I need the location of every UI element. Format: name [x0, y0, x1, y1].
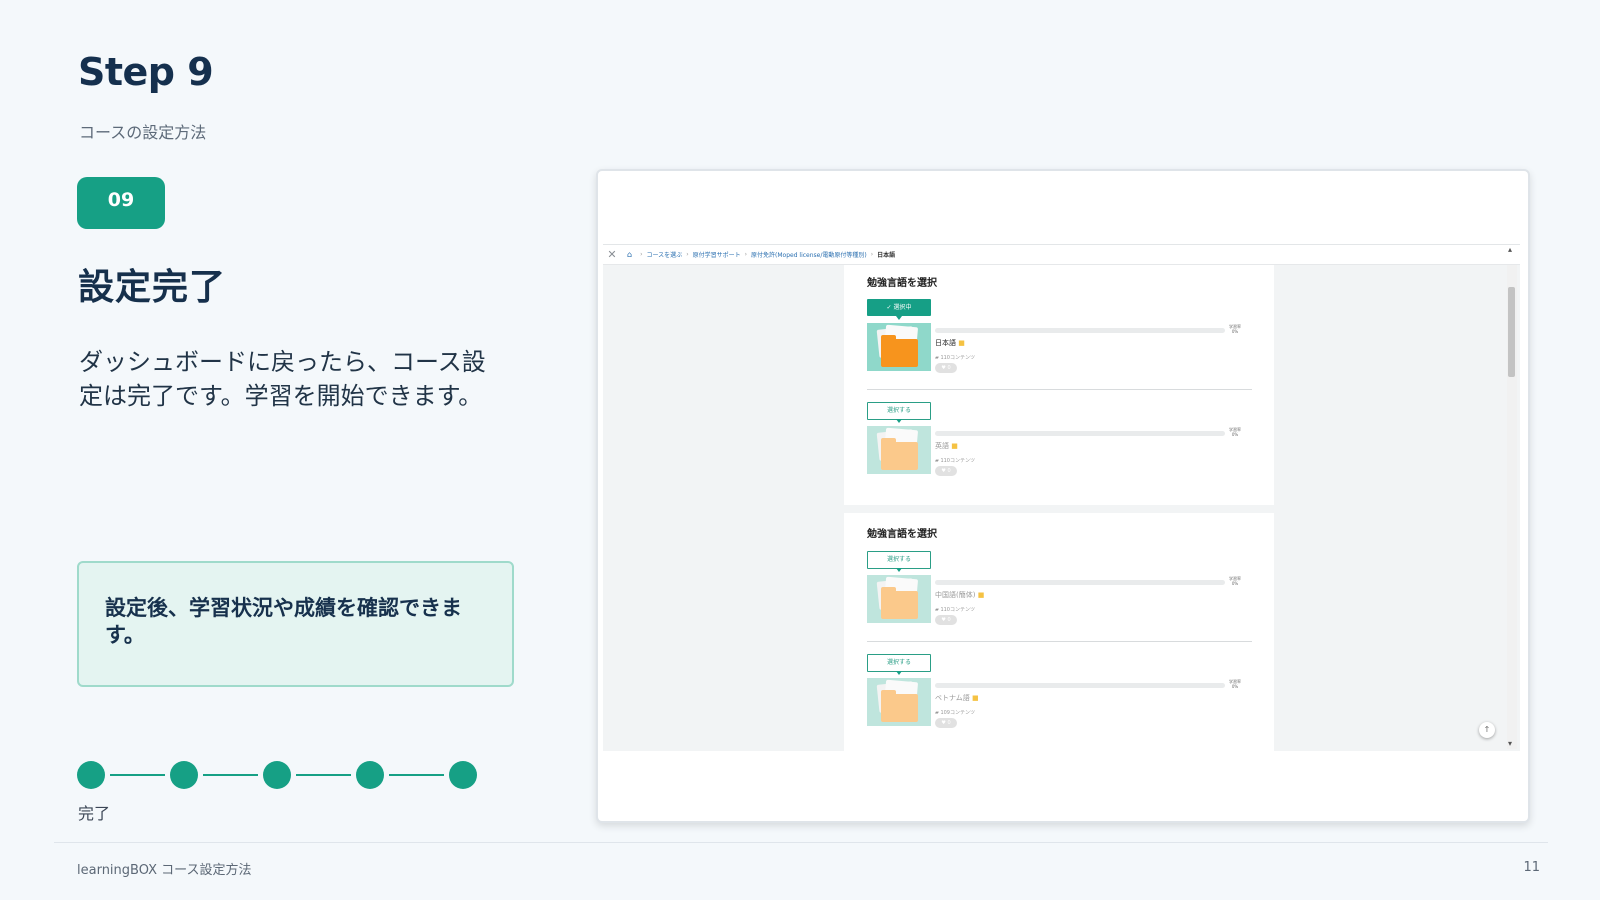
- step-description: ダッシュボードに戻ったら、コース設定は完了です。学習を開始できます。: [79, 348, 486, 410]
- language-name[interactable]: ベトナム語 ■: [935, 693, 979, 703]
- progress-bar: [935, 580, 1225, 585]
- item-divider: [867, 389, 1252, 390]
- progress-connector: [203, 774, 258, 776]
- selected-button[interactable]: ✓ 選択中: [867, 299, 931, 316]
- arrow-up-icon[interactable]: 🡑: [1479, 722, 1495, 738]
- language-section: 勉強言語を選択 選択する 学習率 0% 中国語(簡体) ■ ▰ 110コンテンツ …: [844, 513, 1274, 753]
- breadcrumb-item[interactable]: 原付免許(Moped license/電動原付等種別): [751, 250, 867, 259]
- folder-icon: ■: [972, 694, 979, 702]
- like-button[interactable]: ♥ 0: [935, 718, 957, 728]
- select-button[interactable]: 選択する: [867, 551, 931, 569]
- step-number-badge: 09: [77, 177, 165, 229]
- item-divider: [867, 641, 1252, 642]
- progress-dot: [449, 761, 477, 789]
- folder-thumbnail[interactable]: [867, 323, 931, 371]
- breadcrumb: ✕ ⌂ › コースを選ぶ › 原付学習サポート › 原付免許(Moped lic…: [603, 245, 1520, 265]
- step-progress: [77, 760, 477, 790]
- progress-label: 完了: [78, 804, 111, 823]
- content-count: ▰ 109コンテンツ: [935, 710, 975, 716]
- callout-text: 設定後、学習状況や成績を確認できます。: [105, 596, 462, 647]
- like-button[interactable]: ♥ 0: [935, 363, 957, 373]
- progress-percent: 学習率 0%: [1229, 324, 1241, 334]
- language-section: 勉強言語を選択 ✓ 選択中 学習率 0% 日本語 ■ ▰ 110コンテンツ ♥ 0…: [844, 265, 1274, 505]
- scroll-up-arrow[interactable]: ▴: [1508, 245, 1512, 254]
- language-name[interactable]: 英語 ■: [935, 441, 958, 451]
- progress-dot: [263, 761, 291, 789]
- progress-dot: [356, 761, 384, 789]
- language-name[interactable]: 日本語 ■: [935, 338, 965, 348]
- home-icon[interactable]: ⌂: [627, 250, 632, 259]
- scrollbar[interactable]: [1507, 265, 1517, 749]
- progress-percent: 学習率 0%: [1229, 427, 1241, 437]
- progress-dot: [77, 761, 105, 789]
- content-count: ▰ 110コンテンツ: [935, 355, 975, 361]
- progress-percent: 学習率 0%: [1229, 576, 1241, 586]
- breadcrumb-item[interactable]: 原付学習サポート: [693, 250, 741, 259]
- close-icon[interactable]: ✕: [605, 248, 619, 261]
- progress-percent: 学習率 0%: [1229, 679, 1241, 689]
- like-button[interactable]: ♥ 0: [935, 466, 957, 476]
- progress-bar: [935, 431, 1225, 436]
- footer-text: learningBOX コース設定方法: [77, 863, 252, 878]
- folder-icon: ■: [951, 442, 958, 450]
- progress-bar: [935, 683, 1225, 688]
- folder-icon: ■: [958, 339, 965, 347]
- step-heading: 設定完了: [78, 267, 227, 308]
- progress-connector: [389, 774, 444, 776]
- progress-dot: [170, 761, 198, 789]
- folder-thumbnail[interactable]: [867, 426, 931, 474]
- page-subtitle: コースの設定方法: [79, 123, 207, 142]
- progress-bar: [935, 328, 1225, 333]
- select-button[interactable]: 選択する: [867, 654, 931, 672]
- progress-connector: [110, 774, 165, 776]
- like-button[interactable]: ♥ 0: [935, 615, 957, 625]
- language-item: 選択する 学習率 0% ベトナム語 ■ ▰ 109コンテンツ ♥ 0: [867, 654, 1252, 744]
- scroll-down-arrow[interactable]: ▾: [1508, 739, 1512, 748]
- screenshot-frame: ✕ ⌂ › コースを選ぶ › 原付学習サポート › 原付免許(Moped lic…: [596, 169, 1530, 823]
- content-count: ▰ 110コンテンツ: [935, 607, 975, 613]
- folder-thumbnail[interactable]: [867, 575, 931, 623]
- info-callout: 設定後、学習状況や成績を確認できます。: [77, 561, 514, 687]
- language-item: 選択する 学習率 0% 英語 ■ ▰ 110コンテンツ ♥ 0: [867, 402, 1252, 492]
- caret-icon: [896, 671, 902, 675]
- progress-connector: [296, 774, 351, 776]
- caret-icon: [896, 568, 902, 572]
- section-title: 勉強言語を選択: [867, 278, 937, 289]
- language-item: 選択する 学習率 0% 中国語(簡体) ■ ▰ 110コンテンツ ♥ 0: [867, 551, 1252, 641]
- caret-icon: [896, 419, 902, 423]
- breadcrumb-current: 日本語: [877, 252, 896, 259]
- section-title: 勉強言語を選択: [867, 529, 937, 540]
- scrollbar-thumb[interactable]: [1508, 287, 1515, 377]
- page-number: 11: [1523, 860, 1540, 875]
- course-page-view: ✕ ⌂ › コースを選ぶ › 原付学習サポート › 原付免許(Moped lic…: [603, 244, 1520, 753]
- folder-thumbnail[interactable]: [867, 678, 931, 726]
- page-title: Step 9: [78, 50, 214, 94]
- content-count: ▰ 110コンテンツ: [935, 458, 975, 464]
- language-item: ✓ 選択中 学習率 0% 日本語 ■ ▰ 110コンテンツ ♥ 0: [867, 299, 1252, 389]
- caret-icon: [896, 316, 902, 320]
- footer-divider: [54, 842, 1548, 843]
- breadcrumb-item[interactable]: コースを選ぶ: [646, 250, 682, 259]
- language-name[interactable]: 中国語(簡体) ■: [935, 590, 984, 600]
- folder-icon: ■: [977, 591, 985, 599]
- select-button[interactable]: 選択する: [867, 402, 931, 420]
